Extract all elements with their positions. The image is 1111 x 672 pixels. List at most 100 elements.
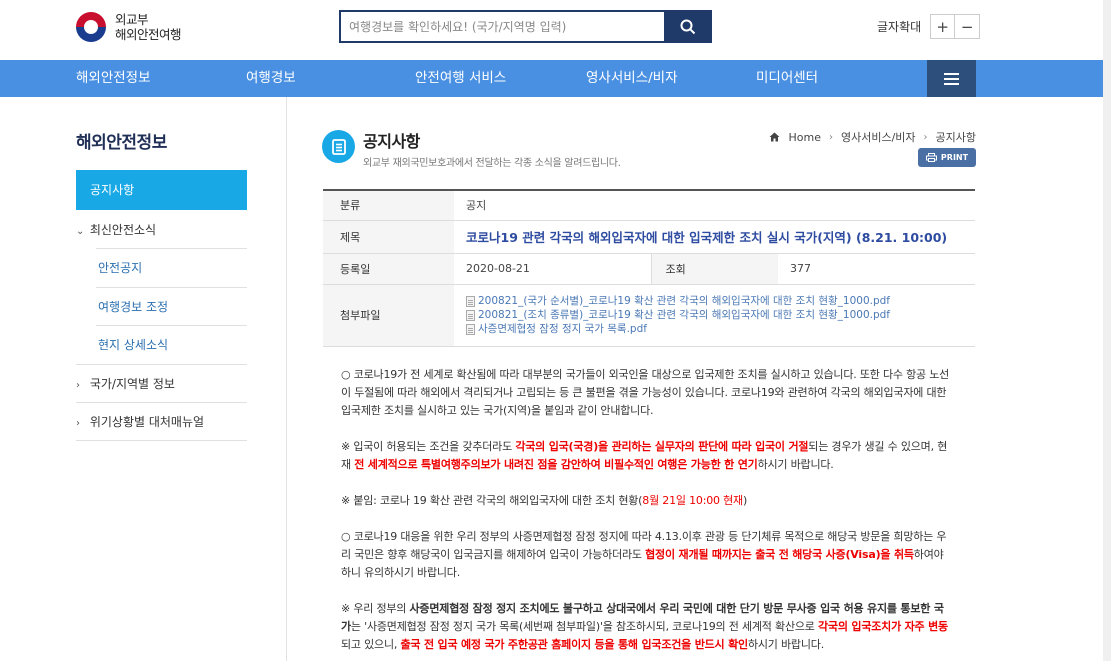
nav-item-media[interactable]: 미디어센터 — [756, 60, 818, 97]
chevron-right-icon: › — [828, 131, 833, 143]
text: 되고 있으니, — [341, 638, 401, 651]
sidebar-subitem-local-news[interactable]: 현지 상세소식 — [76, 336, 247, 353]
notice-title: 코로나19 관련 각국의 해외입국자에 대한 입국제한 조치 실시 국가(지역)… — [466, 230, 948, 245]
document-icon — [322, 130, 355, 163]
divider — [96, 248, 247, 249]
page-scrollbar[interactable] — [1103, 0, 1111, 661]
search-input[interactable] — [339, 10, 664, 43]
sidebar-item-label: 최신안전소식 — [89, 223, 157, 237]
highlight-text: 출국 전 입국 예정 국가 주한공관 홈페이지 등을 통해 입국조건을 반드시 … — [400, 638, 749, 651]
attachment-link[interactable]: 200821_(국가 순서별)_코로나19 확산 관련 각국의 해외입국자에 대… — [466, 294, 975, 308]
sidebar-divider — [286, 97, 287, 661]
sidebar-subitem-alert-adjust[interactable]: 여행경보 조정 — [76, 298, 247, 315]
hamburger-icon-bar — [944, 77, 959, 80]
divider — [76, 402, 247, 403]
text: 는 '사증면제협정 잠정 정지 국가 목록(세번째 첨부파일)'을 참조하시되,… — [350, 620, 819, 633]
chevron-down-icon: ⌄ — [76, 226, 85, 237]
file-icon — [466, 295, 475, 307]
date-label: 등록일 — [323, 253, 454, 285]
search-bar — [339, 10, 712, 43]
breadcrumb-current: 공지사항 — [935, 131, 976, 144]
highlight-text: 협정이 재개될 때까지는 출국 전 해당국 사증(Visa)을 취득 — [645, 548, 914, 561]
nav-item-overseas-safety[interactable]: 해외안전정보 — [76, 60, 151, 97]
body-paragraph: ○ 코로나19가 전 세계로 확산됨에 따라 대부분의 국가들이 외국인을 대상… — [341, 368, 950, 417]
file-icon — [466, 323, 475, 335]
font-increase-button[interactable]: + — [930, 14, 956, 39]
main-nav: 해외안전정보 여행경보 안전여행 서비스 영사서비스/비자 미디어센터 — [0, 60, 1111, 97]
sidebar-item-latest-news[interactable]: ⌄ 최신안전소식 — [76, 221, 247, 238]
nav-item-travel-alert[interactable]: 여행경보 — [246, 60, 296, 97]
sidebar-item-notice[interactable]: 공지사항 — [76, 170, 247, 210]
logo-line2: 해외안전여행 — [115, 27, 182, 42]
views-value: 377 — [778, 253, 975, 285]
font-size-control: 글자확대 + − — [877, 14, 981, 39]
text: 하시기 바랍니다. — [747, 638, 824, 651]
sidebar-item-label: 국가/지역별 정보 — [89, 377, 175, 391]
breadcrumb: Home › 영사서비스/비자 › 공지사항 — [769, 129, 976, 145]
nav-item-safe-travel[interactable]: 안전여행 서비스 — [415, 60, 506, 97]
sidebar-subitem-safety-notice[interactable]: 안전공지 — [76, 259, 247, 276]
highlight-text: 전 세계적으로 특별여행주의보가 내려진 점을 감안하여 비필수적인 여행은 가… — [354, 458, 758, 471]
text: ※ 붙임: 코로나 19 확산 관련 각국의 해외입국자에 대한 조치 현황( — [341, 494, 643, 507]
text: 하시기 바랍니다. — [757, 458, 834, 471]
divider — [96, 287, 247, 288]
logo-line1: 외교부 — [115, 12, 149, 27]
chevron-right-icon: › — [76, 380, 80, 391]
taegeuk-logo-icon — [76, 12, 106, 42]
attachment-name: 200821_(조치 종류별)_코로나19 확산 관련 각국의 해외입국자에 대… — [478, 309, 890, 321]
nav-item-consular[interactable]: 영사서비스/비자 — [586, 60, 678, 97]
text: ※ 우리 정부의 — [341, 602, 410, 615]
views-label: 조회 — [651, 253, 778, 285]
divider — [96, 325, 247, 326]
site-header: 외교부 해외안전여행 글자확대 + − — [0, 0, 1111, 60]
breadcrumb-home[interactable]: Home — [788, 131, 820, 144]
chevron-right-icon: › — [76, 418, 80, 429]
notice-info-table: 분류 공지 제목 코로나19 관련 각국의 해외입국자에 대한 입국제한 조치 … — [323, 189, 975, 347]
breadcrumb-consular[interactable]: 영사서비스/비자 — [841, 129, 916, 145]
sidebar-title: 해외안전정보 — [76, 133, 167, 153]
body-paragraph: ※ 우리 정부의 사증면제협정 잠정 정지 조치에도 불구하고 상대국에서 우리… — [341, 600, 953, 654]
text: ) — [742, 494, 748, 507]
hamburger-icon — [944, 72, 959, 75]
chevron-right-icon: › — [923, 131, 928, 143]
sidebar-item-crisis-manual[interactable]: › 위기상황별 대처매뉴얼 — [76, 413, 247, 430]
divider — [76, 364, 247, 365]
menu-button[interactable] — [927, 60, 976, 97]
file-icon — [466, 309, 475, 321]
table-row: 제목 코로나19 관련 각국의 해외입국자에 대한 입국제한 조치 실시 국가(… — [323, 220, 975, 254]
divider — [76, 440, 247, 441]
printer-icon — [925, 153, 937, 162]
body-paragraph: ○ 코로나19 대응을 위한 우리 정부의 사증면제협정 잠정 정지에 따라 4… — [341, 528, 953, 582]
print-label: PRINT — [940, 153, 969, 162]
search-icon — [680, 19, 696, 34]
category-value: 공지 — [454, 190, 975, 221]
font-size-label: 글자확대 — [877, 20, 922, 34]
print-button[interactable]: PRINT — [918, 148, 976, 167]
font-decrease-button[interactable]: − — [955, 14, 981, 39]
title-label: 제목 — [323, 220, 454, 254]
attachment-name: 200821_(국가 순서별)_코로나19 확산 관련 각국의 해외입국자에 대… — [478, 295, 890, 307]
logo-text: 외교부 해외안전여행 — [115, 12, 182, 42]
site-logo[interactable]: 외교부 해외안전여행 — [76, 12, 182, 42]
highlight-text: 8월 21일 10:00 현재 — [642, 494, 743, 507]
highlight-text: 각국의 입국(국경)을 관리하는 실무자의 판단에 따라 입국이 거절 — [515, 440, 809, 453]
date-value: 2020-08-21 — [454, 253, 652, 285]
attachment-link[interactable]: 200821_(조치 종류별)_코로나19 확산 관련 각국의 해외입국자에 대… — [466, 308, 975, 322]
body-paragraph: ※ 입국이 허용되는 조건을 갖추더라도 각국의 입국(국경)을 관리하는 실무… — [341, 438, 953, 474]
search-button[interactable] — [664, 10, 712, 43]
attachment-name: 사증면제협정 잠정 정지 국가 목록.pdf — [478, 323, 647, 335]
sidebar-item-country-info[interactable]: › 국가/지역별 정보 — [76, 375, 247, 392]
table-row: 첨부파일 200821_(국가 순서별)_코로나19 확산 관련 각국의 해외입… — [323, 284, 975, 347]
text: ※ 입국이 허용되는 조건을 갖추더라도 — [341, 440, 516, 453]
hamburger-icon-bar — [944, 82, 959, 85]
sidebar-item-label: 위기상황별 대처매뉴얼 — [89, 415, 205, 429]
notice-body: ○ 코로나19가 전 세계로 확산됨에 따라 대부분의 국가들이 외국인을 대상… — [341, 366, 953, 672]
body-paragraph: ※ 붙임: 코로나 19 확산 관련 각국의 해외입국자에 대한 조치 현황(8… — [341, 492, 953, 510]
attachments-label: 첨부파일 — [323, 284, 454, 347]
table-row: 등록일 2020-08-21 조회 377 — [323, 253, 975, 285]
highlight-text: 각국의 입국조치가 자주 변동 — [818, 620, 948, 633]
home-icon — [769, 132, 780, 142]
page-description: 외교부 재외국민보호과에서 전달하는 각종 소식을 알려드립니다. — [363, 158, 621, 169]
attachment-link[interactable]: 사증면제협정 잠정 정지 국가 목록.pdf — [466, 322, 975, 336]
table-row: 분류 공지 — [323, 190, 975, 221]
